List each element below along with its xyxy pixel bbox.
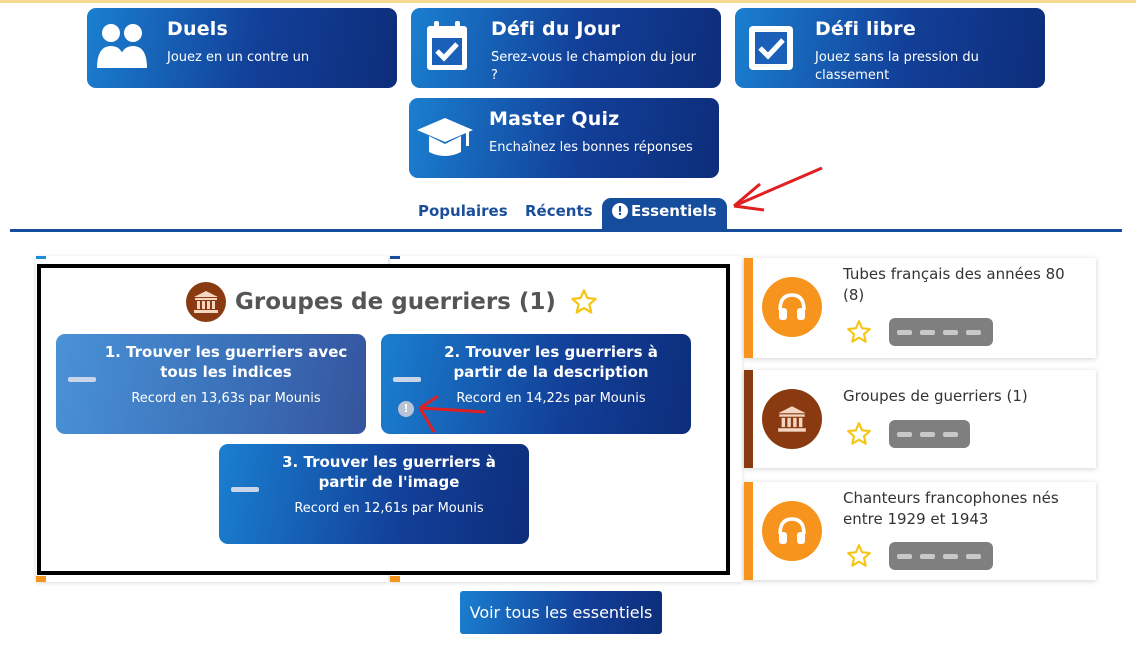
see-all-essentials-button[interactable]: Voir tous les essentiels [460, 591, 662, 634]
top-accent-line [0, 0, 1136, 3]
mode-card-duels[interactable]: Duels Jouez en un contre un [87, 8, 397, 88]
level-card-3[interactable]: 3. Trouver les guerriers à partir de l'i… [219, 444, 529, 544]
star-icon[interactable] [846, 543, 872, 569]
progress-pill [889, 542, 993, 570]
group-header: Groupes de guerriers (1) [186, 282, 598, 322]
calendar-check-icon [427, 21, 467, 70]
mode-title: Défi libre [815, 18, 916, 40]
level-title: 1. Trouver les guerriers avec tous les i… [104, 343, 348, 381]
group-title: Groupes de guerriers (1) [235, 289, 556, 315]
star-icon[interactable] [570, 288, 598, 316]
level-record: Record en 12,61s par Mounis [294, 501, 484, 516]
tab-underline [10, 229, 1122, 232]
sidebar-item-groupes-de-guerriers[interactable]: Groupes de guerriers (1) [744, 370, 1096, 468]
accent-bar [744, 370, 753, 468]
level-title: 2. Trouver les guerriers à partir de la … [444, 343, 658, 381]
tab-populaires[interactable]: Populaires [418, 202, 508, 220]
users-icon [97, 24, 147, 68]
star-icon[interactable] [846, 421, 872, 447]
star-icon[interactable] [846, 319, 872, 345]
sidebar-item-label: Groupes de guerriers (1) [843, 387, 1028, 405]
museum-icon [762, 389, 822, 449]
mode-card-defi-du-jour[interactable]: Défi du Jour Serez-vous le champion du j… [411, 8, 721, 88]
mode-card-master-quiz[interactable]: Master Quiz Enchaînez les bonnes réponse… [409, 98, 719, 178]
tab-label: Essentiels [631, 202, 717, 220]
museum-icon [186, 282, 226, 322]
level-record: Record en 13,63s par Mounis [131, 391, 321, 406]
accent-bar [744, 482, 753, 580]
level-dash [68, 377, 96, 382]
annotation-arrow [418, 394, 487, 433]
mode-subtitle: Jouez sans la pression du classement [815, 50, 979, 83]
mode-card-defi-libre[interactable]: Défi libre Jouez sans la pression du cla… [735, 8, 1045, 88]
tab-recents[interactable]: Récents [525, 202, 593, 220]
mode-title: Duels [167, 18, 229, 40]
progress-pill [889, 318, 993, 346]
sidebar-item-chanteurs-francophones[interactable]: Chanteurs francophones nés entre 1929 et… [744, 482, 1096, 580]
tab-essentiels[interactable]: ! Essentiels [602, 198, 727, 229]
category-tabs: Populaires Récents ! Essentiels [0, 196, 1136, 232]
sidebar-item-tubes-francais[interactable]: Tubes français des années 80 (8) [744, 258, 1096, 358]
level-title: 3. Trouver les guerriers à partir de l'i… [282, 453, 496, 491]
mode-title: Défi du Jour [491, 18, 621, 40]
sidebar-item-label: Chanteurs francophones nés entre 1929 et… [843, 489, 1059, 528]
mode-subtitle: Enchaînez les bonnes réponses [489, 140, 693, 155]
highlighted-group-panel: Groupes de guerriers (1) 1. Trouver les … [37, 264, 730, 575]
graduation-cap-icon [417, 118, 473, 156]
mode-title: Master Quiz [489, 108, 620, 130]
mode-subtitle: Jouez en un contre un [167, 50, 310, 65]
level-card-1[interactable]: 1. Trouver les guerriers avec tous les i… [56, 334, 366, 434]
exclamation-icon: ! [612, 203, 628, 219]
headphones-icon [762, 501, 822, 561]
headphones-icon [762, 277, 822, 337]
checkbox-icon [749, 26, 793, 70]
level-dash [393, 377, 421, 382]
annotation-arrow [733, 166, 823, 212]
sidebar-item-label: Tubes français des années 80 (8) [843, 265, 1065, 304]
progress-pill [889, 420, 970, 448]
mode-subtitle: Serez-vous le champion du jour ? [491, 50, 696, 83]
accent-bar [744, 258, 753, 358]
level-dash [231, 487, 259, 492]
